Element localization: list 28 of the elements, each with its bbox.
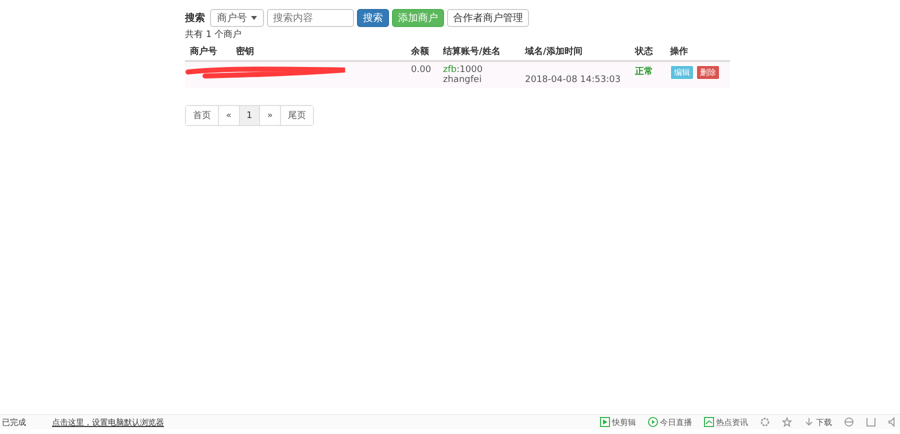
balance-cell: 0.00 xyxy=(411,65,432,75)
download-icon xyxy=(804,417,814,427)
name-cell-text: zhangfei xyxy=(443,75,483,85)
search-field[interactable]: 搜索内容 xyxy=(267,9,354,27)
status-bar-item[interactable]: 下载 xyxy=(804,416,832,428)
merchant-count: 共有 1 个商户 xyxy=(185,28,242,41)
page-button[interactable]: 首页 xyxy=(186,106,219,125)
time-cell-text: 2018-04-08 14:53:03 xyxy=(525,75,622,85)
account-cell-text: zfb:1000 xyxy=(443,65,484,75)
status-bar-item[interactable]: 今日直播 xyxy=(648,416,692,428)
page-button[interactable]: 1 xyxy=(240,106,260,125)
caret-icon xyxy=(251,16,257,20)
status-link[interactable]: 点击这里，设置电脑默认浏览器 xyxy=(52,416,164,428)
row-action-button[interactable]: 删除 xyxy=(696,65,720,80)
search-type-select[interactable]: 商户号 xyxy=(210,9,264,27)
status-text: 已完成 xyxy=(2,416,26,428)
chart-icon xyxy=(704,417,714,427)
status-bar-item[interactable]: 快剪辑 xyxy=(600,416,636,428)
toolbar-button[interactable]: 合作者商户管理 xyxy=(447,9,529,27)
status-cell: 正常 xyxy=(635,67,653,77)
video-icon xyxy=(600,417,610,427)
toolbar-button[interactable]: 搜索 xyxy=(357,9,389,27)
bracket-icon[interactable] xyxy=(866,417,876,427)
status-bar-item[interactable]: 热点资讯 xyxy=(704,416,748,428)
circle-icon[interactable] xyxy=(844,417,854,427)
star-icon[interactable] xyxy=(782,417,792,427)
play-icon xyxy=(648,417,658,427)
search-label: 搜索 xyxy=(185,12,205,25)
